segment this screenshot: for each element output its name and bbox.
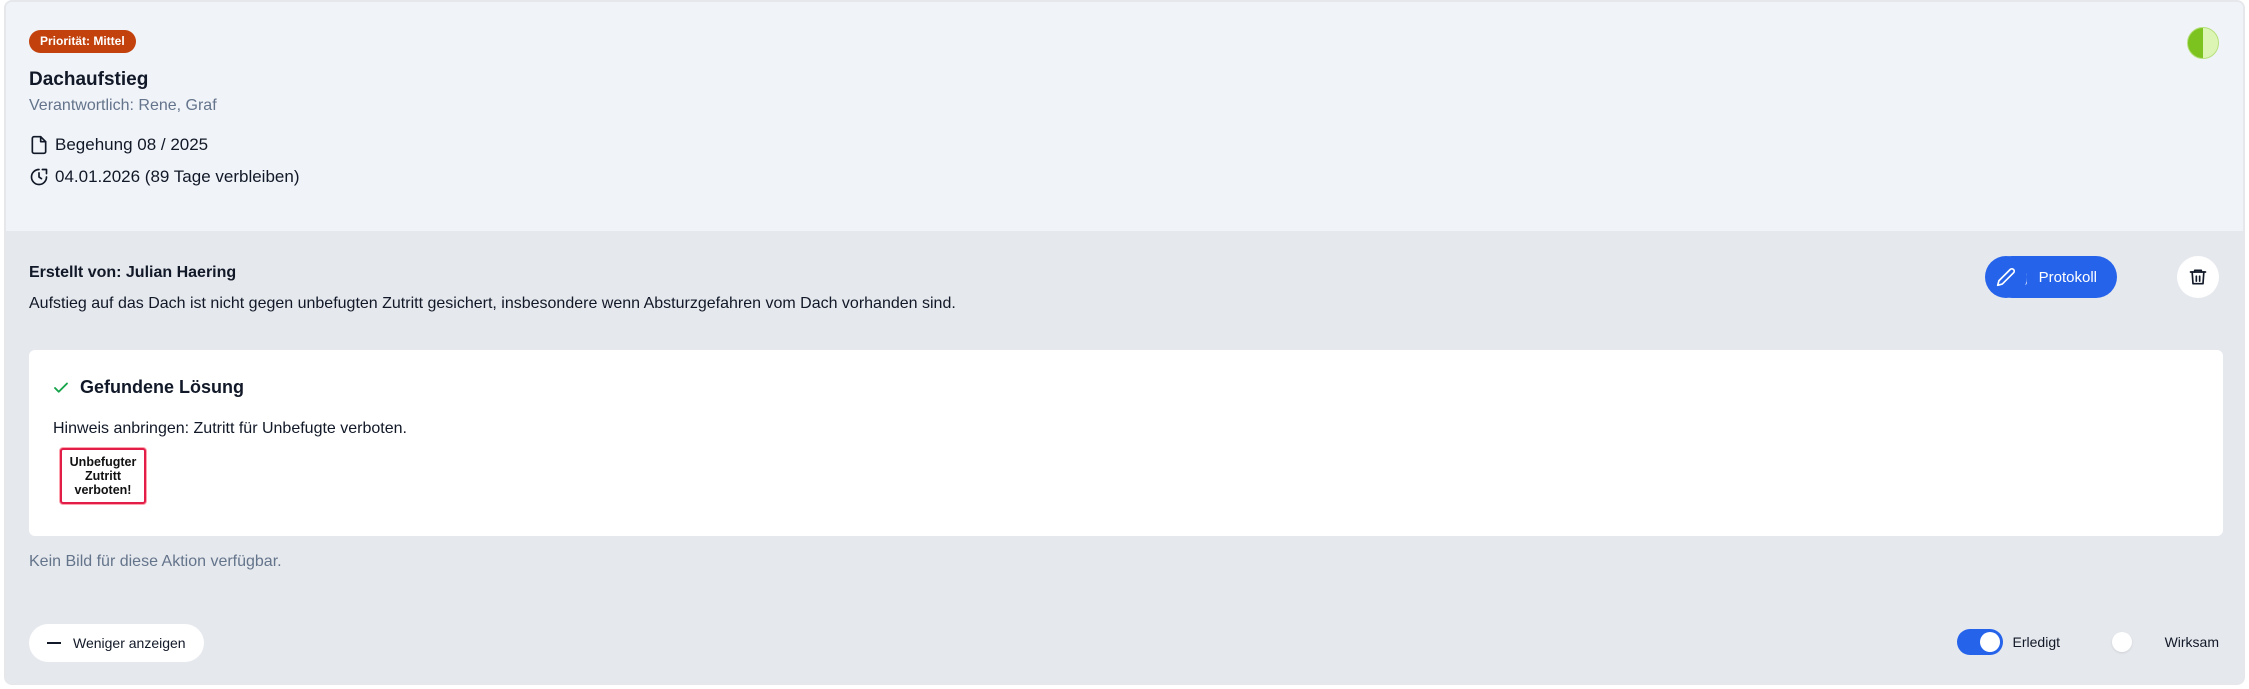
done-toggle[interactable]	[1956, 629, 2003, 655]
delete-button[interactable]	[2177, 256, 2219, 298]
effective-toggle[interactable]	[2109, 629, 2155, 655]
edit-button[interactable]	[1985, 256, 2027, 298]
solution-text: Hinweis anbringen: Zutritt für Unbefugte…	[53, 420, 407, 437]
responsible-text: Verantwortlich: Rene, Graf	[29, 97, 217, 114]
solution-panel: Gefundene Lösung Hinweis anbringen: Zutr…	[29, 350, 2223, 536]
show-less-label: Weniger anzeigen	[73, 635, 186, 651]
solution-heading-label: Gefundene Lösung	[80, 377, 244, 397]
due-date-label: 04.01.2026 (89 Tage verbleiben)	[55, 167, 300, 186]
check-icon	[54, 382, 68, 393]
effective-toggle-group: Wirksam	[2109, 629, 2219, 655]
document-icon	[31, 135, 47, 155]
priority-badge: Priorität: Mittel	[29, 30, 136, 53]
no-image-text: Kein Bild für diese Aktion verfügbar.	[29, 553, 282, 570]
done-toggle-group: Erledigt	[1956, 629, 2060, 655]
minus-icon	[47, 642, 61, 644]
task-title: Dachaufstieg	[29, 69, 149, 90]
inspection-row: Begehung 08 / 2025	[29, 135, 208, 155]
solution-heading: Gefundene Lösung	[52, 377, 244, 398]
trash-icon	[2189, 269, 2207, 285]
sign-line: Unbefugter	[69, 455, 137, 469]
warning-sign-image: Unbefugter Zutritt verboten!	[60, 448, 146, 504]
sign-line: verboten!	[74, 483, 132, 497]
done-label: Erledigt	[2012, 634, 2060, 650]
sign-line: Zutritt	[84, 469, 122, 483]
due-date-row: 04.01.2026 (89 Tage verbleiben)	[29, 167, 299, 187]
task-header: Priorität: Mittel Dachaufstieg Verantwor…	[6, 2, 2243, 231]
effective-label: Wirksam	[2164, 634, 2219, 650]
task-details: Erstellt von: Julian Haering Aufstieg au…	[6, 231, 2243, 683]
protokoll-label: Protokoll	[2038, 268, 2097, 286]
progress-status-icon	[2187, 27, 2219, 59]
created-by: Erstellt von: Julian Haering	[29, 264, 237, 281]
show-less-button[interactable]: Weniger anzeigen	[29, 624, 204, 662]
calendar-clock-icon	[30, 168, 48, 186]
inspection-label: Begehung 08 / 2025	[55, 135, 209, 154]
task-description: Aufstieg auf das Dach ist nicht gegen un…	[29, 295, 956, 312]
pencil-icon	[1996, 268, 2015, 287]
task-card: Priorität: Mittel Dachaufstieg Verantwor…	[4, 0, 2245, 685]
